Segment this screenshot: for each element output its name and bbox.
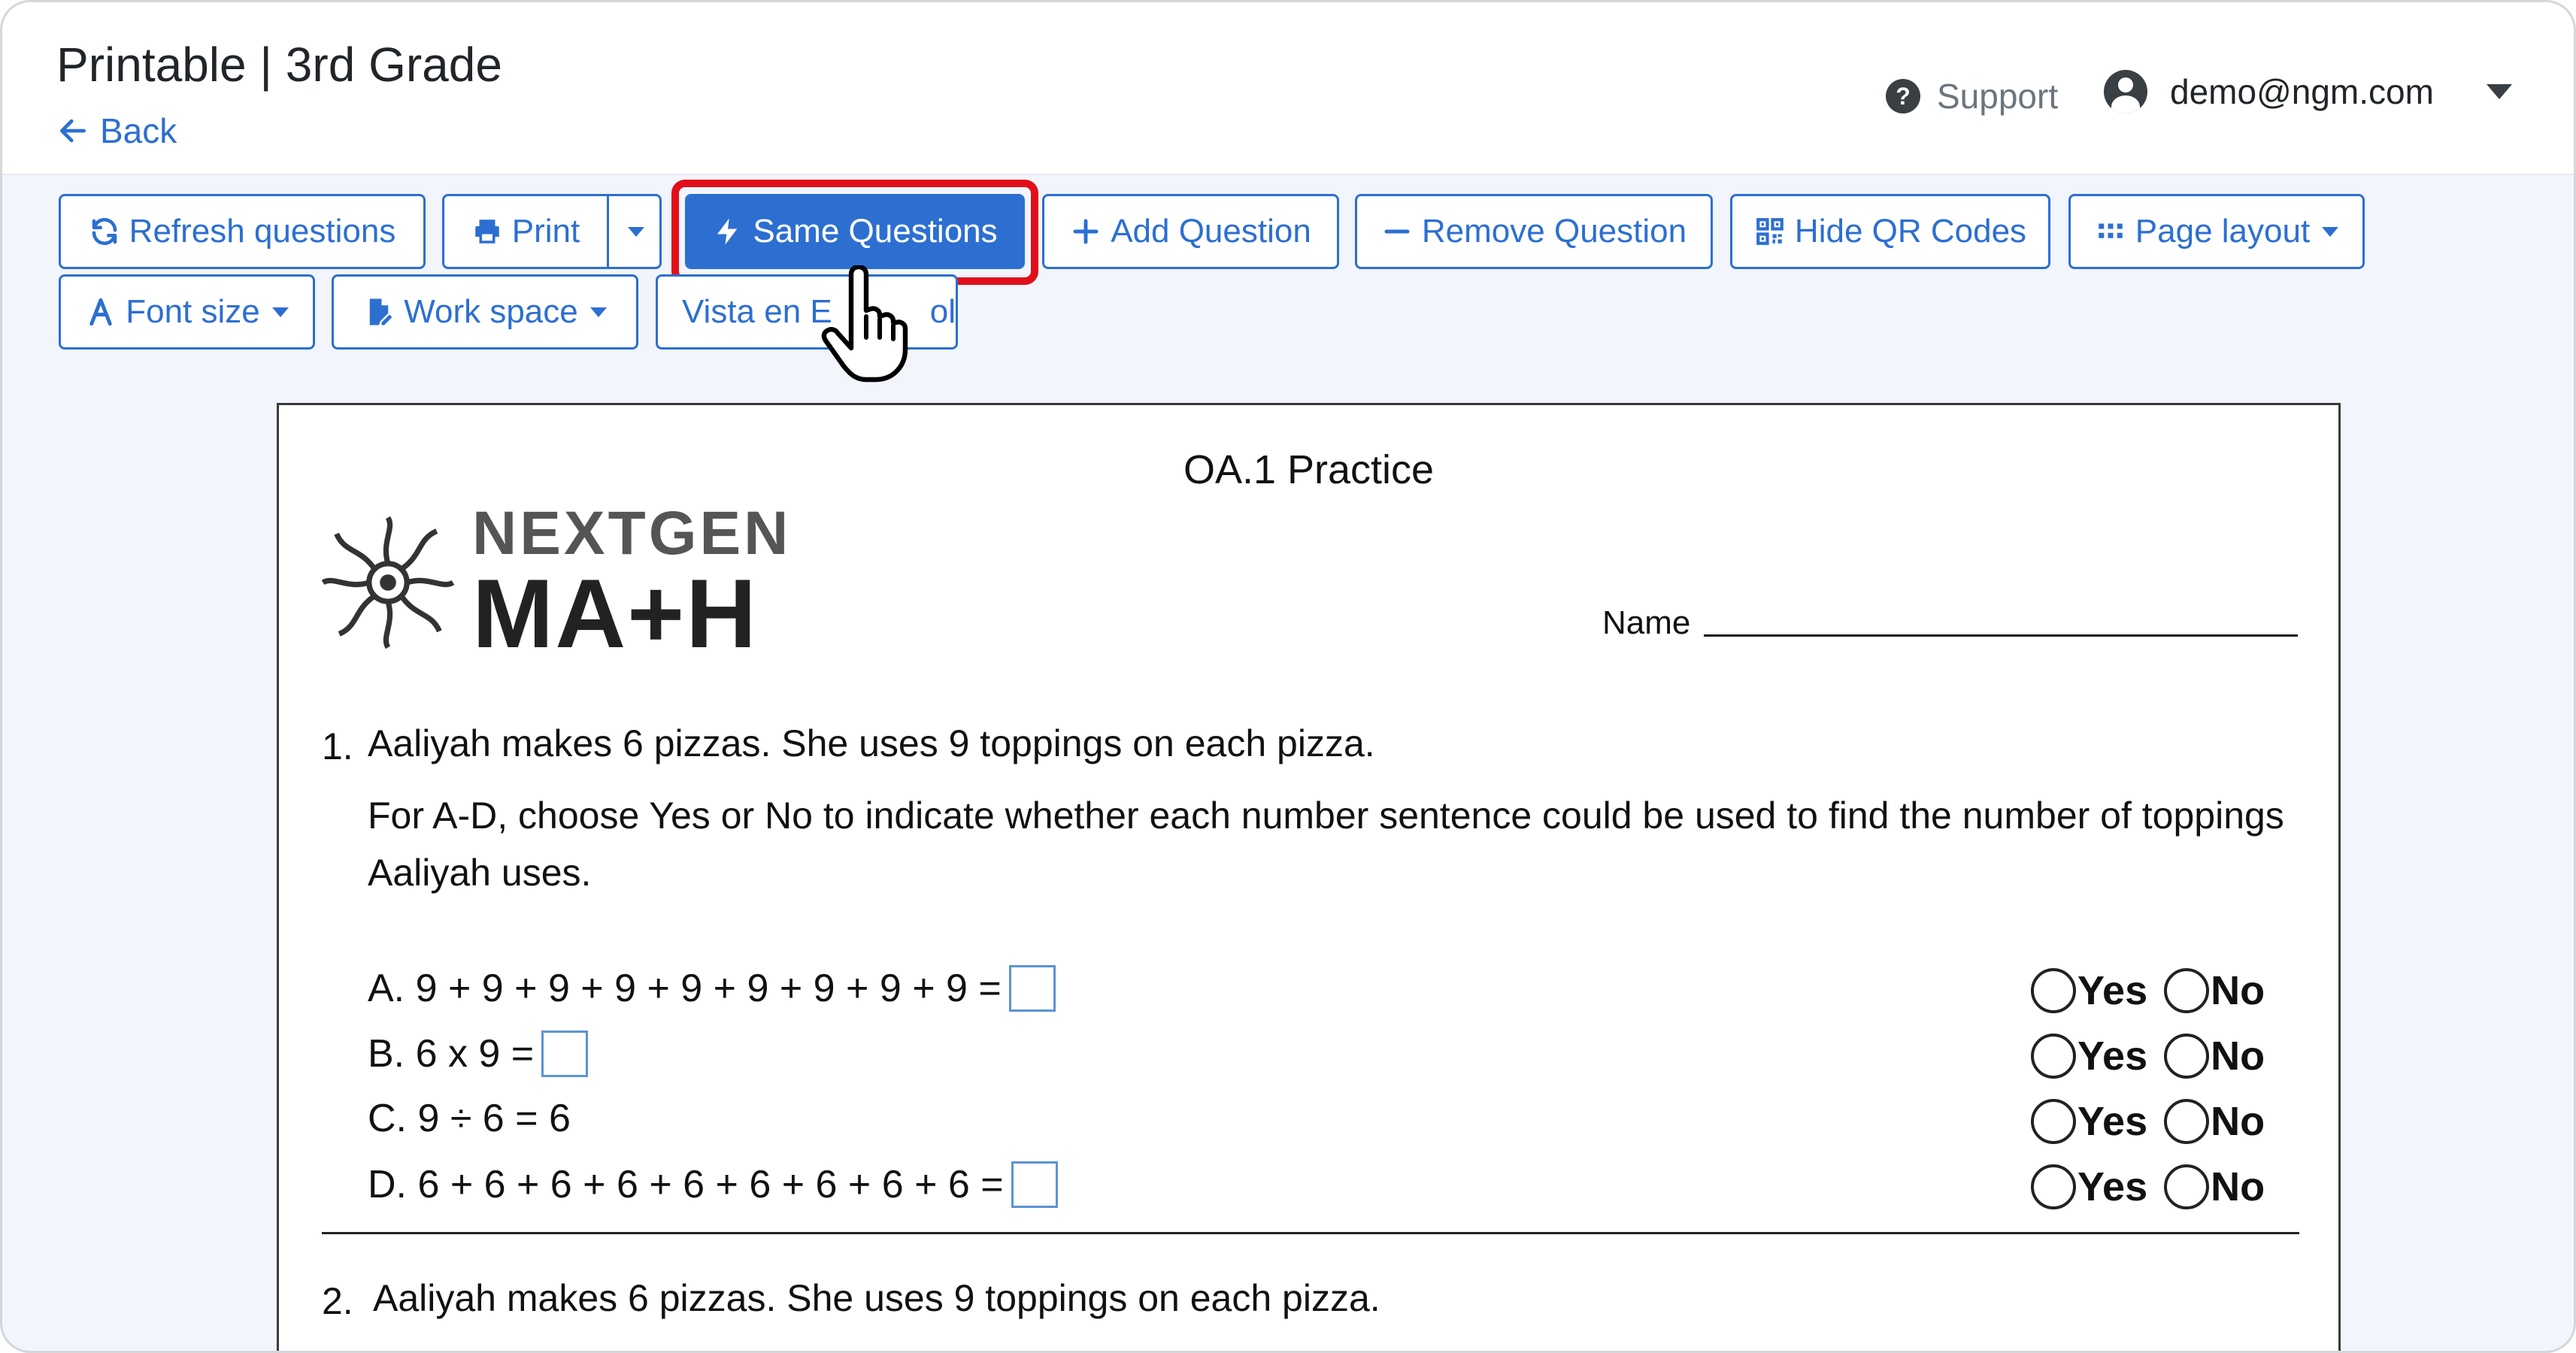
- name-label: Name: [1602, 604, 1691, 641]
- radio-yes-b[interactable]: [2031, 1034, 2076, 1079]
- radio-yes-c[interactable]: [2031, 1099, 2076, 1144]
- user-menu[interactable]: demo@ngm.com: [2104, 70, 2512, 114]
- hide-qr-label: Hide QR Codes: [1794, 213, 2027, 250]
- no-label: No: [2211, 1099, 2265, 1144]
- question-1-text: Aaliyah makes 6 pizzas. She uses 9 toppi…: [368, 722, 1375, 764]
- arrow-left-icon: [59, 119, 86, 143]
- work-space-dropdown[interactable]: Work space: [332, 274, 638, 350]
- avatar: [2104, 70, 2147, 114]
- print-options-toggle[interactable]: [607, 194, 662, 269]
- worksheet-title: OA.1 Practice: [1183, 447, 1435, 492]
- nextgen-math-logo: NEXTGEN MA+H: [320, 503, 791, 662]
- grid-icon: [2099, 223, 2123, 238]
- file-edit-icon: [370, 298, 392, 325]
- remove-question-label: Remove Question: [1421, 213, 1687, 250]
- remove-question-button[interactable]: Remove Question: [1355, 194, 1713, 269]
- vista-label-tail: ol: [929, 293, 956, 330]
- caret-down-icon: [627, 226, 644, 237]
- yes-no-c: Yes No: [2031, 1098, 2265, 1145]
- add-question-label: Add Question: [1111, 213, 1311, 250]
- app-window: Printable | 3rd Grade Back ? Support dem…: [0, 0, 2576, 1353]
- page-layout-label: Page layout: [2135, 213, 2311, 250]
- page-layout-dropdown[interactable]: Page layout: [2068, 194, 2365, 269]
- worksheet-page: OA.1 Practice NEXTGEN MA+H Name 1. Aaliy…: [277, 403, 2341, 1351]
- option-a-text: A. 9 + 9 + 9 + 9 + 9 + 9 + 9 + 9 + 9 =: [368, 967, 1002, 1010]
- logo-text-top: NEXTGEN: [472, 499, 792, 568]
- support-label: Support: [1937, 77, 2059, 116]
- minus-icon: [1384, 229, 1410, 234]
- yes-label: Yes: [2077, 1099, 2148, 1144]
- no-label: No: [2211, 1034, 2265, 1079]
- option-a: A. 9 + 9 + 9 + 9 + 9 + 9 + 9 + 9 + 9 =: [368, 965, 1056, 1012]
- question-1-number: 1.: [322, 725, 353, 767]
- hand-cursor-icon: [821, 265, 908, 383]
- question-divider: [322, 1232, 2299, 1234]
- font-size-dropdown[interactable]: Font size: [59, 274, 315, 350]
- printer-icon: [475, 219, 499, 244]
- answer-box-b[interactable]: [541, 1031, 589, 1077]
- plus-icon: [1073, 219, 1099, 244]
- support-link[interactable]: ? Support: [1886, 76, 2058, 117]
- yes-label: Yes: [2077, 1034, 2148, 1079]
- work-space-label: Work space: [404, 293, 578, 330]
- option-c: C. 9 ÷ 6 = 6: [368, 1096, 571, 1141]
- radio-no-c[interactable]: [2164, 1099, 2210, 1144]
- vista-label: Vista en E: [682, 293, 832, 330]
- no-label: No: [2211, 968, 2265, 1013]
- refresh-icon: [92, 218, 117, 245]
- option-b: B. 6 x 9 =: [368, 1031, 589, 1077]
- print-label: Print: [511, 213, 580, 250]
- user-email: demo@ngm.com: [2170, 72, 2434, 111]
- logo-text-bottom: MA+H: [472, 558, 758, 668]
- font-size-label: Font size: [126, 293, 260, 330]
- question-2-text: Aaliyah makes 6 pizzas. She uses 9 toppi…: [373, 1277, 1380, 1319]
- yes-no-a: Yes No: [2031, 967, 2265, 1014]
- caret-down-icon: [589, 307, 607, 317]
- option-c-text: C. 9 ÷ 6 = 6: [368, 1097, 571, 1140]
- answer-box-a[interactable]: [1008, 965, 1056, 1012]
- chevron-down-icon[interactable]: [2486, 84, 2512, 99]
- page-header: Printable | 3rd Grade Back ? Support dem…: [2, 2, 2574, 175]
- back-label: Back: [100, 111, 177, 150]
- page-title: Printable | 3rd Grade: [56, 38, 502, 92]
- radio-yes-d[interactable]: [2031, 1164, 2076, 1209]
- help-icon: ?: [1886, 79, 1920, 114]
- add-question-button[interactable]: Add Question: [1042, 194, 1339, 269]
- answer-box-d[interactable]: [1011, 1161, 1058, 1208]
- refresh-label: Refresh questions: [129, 213, 396, 250]
- yes-no-d: Yes No: [2031, 1164, 2265, 1210]
- print-button[interactable]: Print: [442, 194, 609, 269]
- qr-code-icon: [1756, 218, 1784, 245]
- option-b-text: B. 6 x 9 =: [368, 1032, 535, 1076]
- back-link[interactable]: Back: [56, 110, 177, 151]
- name-line: [1704, 634, 2298, 637]
- logo-flower-icon: [321, 516, 455, 649]
- radio-no-d[interactable]: [2164, 1164, 2210, 1209]
- caret-down-icon: [271, 307, 289, 317]
- refresh-questions-button[interactable]: Refresh questions: [59, 194, 426, 269]
- radio-no-b[interactable]: [2164, 1034, 2210, 1079]
- question-1-instructions: For A-D, choose Yes or No to indicate wh…: [368, 795, 2284, 894]
- yes-no-b: Yes No: [2031, 1033, 2265, 1079]
- question-2-number: 2.: [322, 1280, 353, 1322]
- yes-label: Yes: [2077, 1164, 2148, 1209]
- radio-yes-a[interactable]: [2031, 968, 2076, 1013]
- yes-label: Yes: [2077, 968, 2148, 1013]
- font-icon: [89, 298, 112, 326]
- caret-down-icon: [2322, 226, 2339, 237]
- option-d-text: D. 6 + 6 + 6 + 6 + 6 + 6 + 6 + 6 + 6 =: [368, 1163, 1004, 1206]
- no-label: No: [2211, 1164, 2265, 1209]
- radio-no-a[interactable]: [2164, 968, 2210, 1013]
- hide-qr-codes-button[interactable]: Hide QR Codes: [1730, 194, 2050, 269]
- option-d: D. 6 + 6 + 6 + 6 + 6 + 6 + 6 + 6 + 6 =: [368, 1161, 1058, 1208]
